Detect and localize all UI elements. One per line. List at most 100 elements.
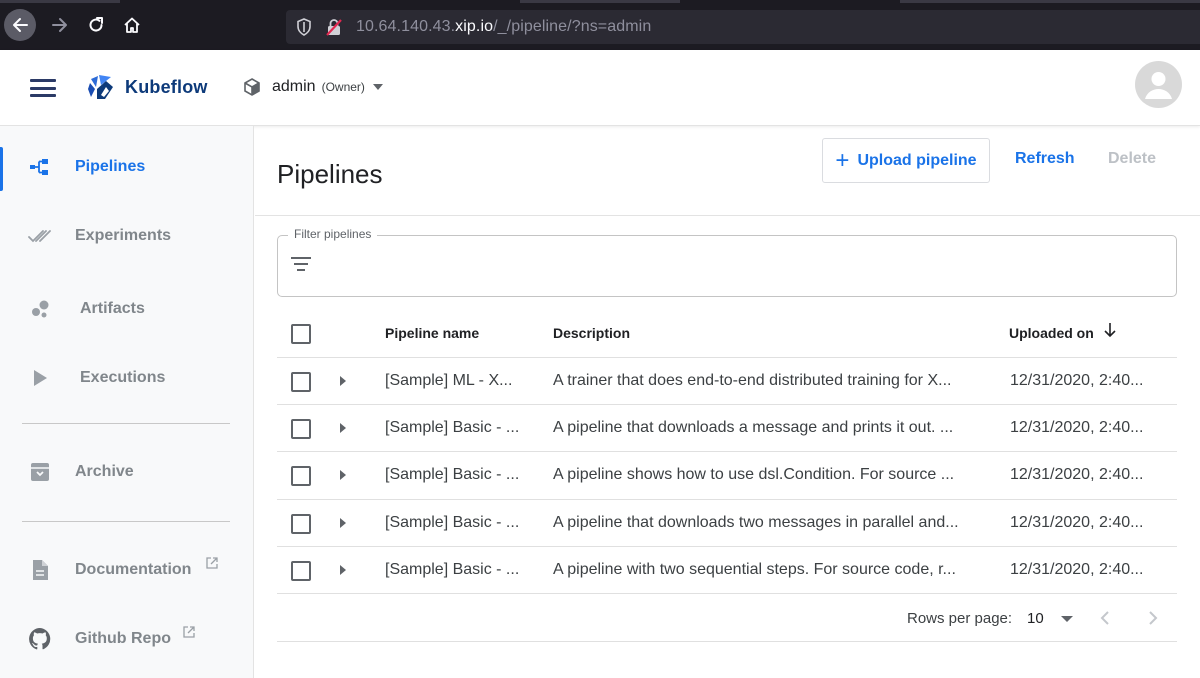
pipeline-uploaded-on: 12/31/2020, 2:40...: [1010, 372, 1144, 389]
row-checkbox[interactable]: [291, 466, 311, 487]
sidebar-item-executions[interactable]: Executions: [0, 356, 253, 400]
expand-row-icon[interactable]: [340, 517, 346, 528]
row-checkbox[interactable]: [291, 419, 311, 440]
pipeline-uploaded-on: 12/31/2020, 2:40...: [1010, 419, 1144, 437]
arrow-left-icon: [13, 18, 28, 32]
upload-pipeline-label: Upload pipeline: [857, 151, 977, 169]
table-row[interactable]: [Sample] Basic - ... A pipeline that dow…: [277, 500, 1177, 547]
sidebar-item-label: Artifacts: [80, 300, 145, 317]
expand-row-icon[interactable]: [340, 470, 346, 481]
app-header: Kubeflow admin (Owner): [0, 50, 1200, 126]
experiments-icon: [28, 224, 52, 248]
sidebar-item-pipelines[interactable]: Pipelines: [0, 145, 253, 191]
external-link-icon: [183, 625, 195, 638]
forward-button[interactable]: [44, 9, 76, 41]
url-text[interactable]: 10.64.140.43.xip.io/_/pipeline/?ns=admin: [356, 18, 651, 36]
menu-icon[interactable]: [30, 79, 56, 97]
arrow-down-icon[interactable]: [1103, 322, 1117, 338]
home-button[interactable]: [116, 9, 148, 41]
pipeline-description: A pipeline that downloads a message and …: [553, 419, 954, 437]
table-row[interactable]: [Sample] Basic - ... A pipeline that dow…: [277, 405, 1177, 453]
pipeline-uploaded-on: 12/31/2020, 2:40...: [1010, 560, 1144, 578]
pipeline-name[interactable]: [Sample] ML - X...: [385, 372, 535, 390]
filter-pipelines-field[interactable]: Filter pipelines: [277, 227, 1177, 297]
main-content: Pipelines + Upload pipeline Refresh Dele…: [255, 126, 1200, 678]
sidebar-item-label: Executions: [80, 369, 166, 386]
url-ip: 10.64.140.43.: [356, 18, 456, 35]
pagination: Rows per page: 10: [277, 596, 1177, 642]
expand-row-icon[interactable]: [340, 564, 346, 575]
pipeline-description: A trainer that does end-to-end distribut…: [553, 372, 952, 389]
archive-icon: [28, 460, 52, 484]
cube-icon: [244, 78, 260, 96]
github-icon: [28, 627, 52, 651]
sidebar-item-artifacts[interactable]: Artifacts: [0, 287, 253, 331]
column-header-uploaded-on[interactable]: Uploaded on: [1009, 325, 1094, 341]
avatar[interactable]: [1135, 61, 1182, 108]
reload-button[interactable]: [80, 9, 112, 41]
namespace-name: admin: [272, 78, 316, 95]
sidebar-item-label: Github Repo: [75, 630, 171, 647]
sidebar-item-documentation[interactable]: Documentation: [0, 548, 253, 592]
row-checkbox[interactable]: [291, 560, 311, 581]
external-link-icon: [206, 556, 218, 569]
pipeline-uploaded-on: 12/31/2020, 2:40...: [1010, 513, 1144, 531]
sidebar-item-github-repo[interactable]: Github Repo: [0, 617, 253, 661]
document-icon: [28, 558, 52, 582]
kubeflow-logo-icon: [88, 75, 113, 99]
pipeline-name[interactable]: [Sample] Basic - ...: [385, 419, 535, 437]
tab-strip: [900, 0, 1200, 3]
chevron-down-icon[interactable]: [1061, 616, 1073, 622]
back-button[interactable]: [4, 9, 36, 41]
delete-button[interactable]: Delete: [1108, 150, 1156, 168]
chevron-left-icon[interactable]: [1095, 608, 1115, 628]
url-path: /_/pipeline/?ns=admin: [493, 18, 652, 35]
namespace-role: (Owner): [321, 80, 365, 94]
expand-row-icon[interactable]: [340, 423, 346, 434]
upload-pipeline-button[interactable]: + Upload pipeline: [822, 138, 990, 183]
insecure-lock-icon[interactable]: [326, 18, 344, 36]
sidebar-divider: [22, 521, 230, 522]
row-checkbox[interactable]: [291, 513, 311, 534]
sidebar-item-label: Documentation: [75, 561, 192, 578]
table-row[interactable]: [Sample] Basic - ... A pipeline with two…: [277, 547, 1177, 594]
expand-row-icon[interactable]: [340, 376, 346, 386]
sidebar-item-archive[interactable]: Archive: [0, 450, 253, 494]
kubeflow-logo[interactable]: Kubeflow: [87, 73, 208, 101]
table-row[interactable]: [Sample] Basic - ... A pipeline shows ho…: [277, 452, 1177, 500]
sidebar-item-label: Pipelines: [75, 158, 146, 175]
tab-strip: [520, 0, 680, 3]
pipeline-uploaded-on: 12/31/2020, 2:40...: [1010, 466, 1144, 484]
app-name: Kubeflow: [125, 76, 208, 97]
sidebar-item-experiments[interactable]: Experiments: [0, 214, 253, 258]
select-all-checkbox[interactable]: [291, 324, 311, 344]
row-checkbox[interactable]: [291, 372, 311, 392]
arrow-right-icon: [52, 18, 67, 32]
rows-per-page-label: Rows per page:: [907, 610, 1013, 627]
filter-icon: [290, 257, 312, 277]
table-row[interactable]: [Sample] ML - X... A trainer that does e…: [277, 358, 1177, 406]
column-header-pipeline-name[interactable]: Pipeline name: [385, 325, 479, 341]
table-header: Pipeline name Description Uploaded on: [277, 311, 1177, 358]
play-icon: [28, 366, 52, 390]
page-title: Pipelines: [277, 159, 383, 189]
rows-per-page-select[interactable]: 10: [1027, 610, 1044, 627]
refresh-button[interactable]: Refresh: [1015, 150, 1075, 168]
chevron-right-icon[interactable]: [1143, 608, 1163, 628]
pipelines-table: Pipeline name Description Uploaded on [S…: [277, 311, 1177, 594]
filter-label: Filter pipelines: [288, 227, 378, 241]
home-icon: [124, 17, 140, 33]
artifacts-icon: [28, 297, 52, 321]
namespace-selector[interactable]: admin (Owner): [242, 77, 383, 97]
pipeline-description: A pipeline with two sequential steps. Fo…: [553, 560, 956, 578]
pipeline-name[interactable]: [Sample] Basic - ...: [385, 561, 535, 579]
pipeline-name[interactable]: [Sample] Basic - ...: [385, 514, 535, 532]
pipeline-name[interactable]: [Sample] Basic - ...: [385, 466, 535, 484]
pipeline-description: A pipeline shows how to use dsl.Conditio…: [553, 466, 955, 484]
shield-icon[interactable]: [296, 18, 314, 36]
sidebar-divider: [22, 423, 230, 424]
tab-strip: [0, 0, 120, 3]
chevron-down-icon: [372, 84, 383, 90]
column-header-description[interactable]: Description: [553, 325, 630, 341]
address-bar[interactable]: 10.64.140.43.xip.io/_/pipeline/?ns=admin: [286, 10, 1200, 44]
